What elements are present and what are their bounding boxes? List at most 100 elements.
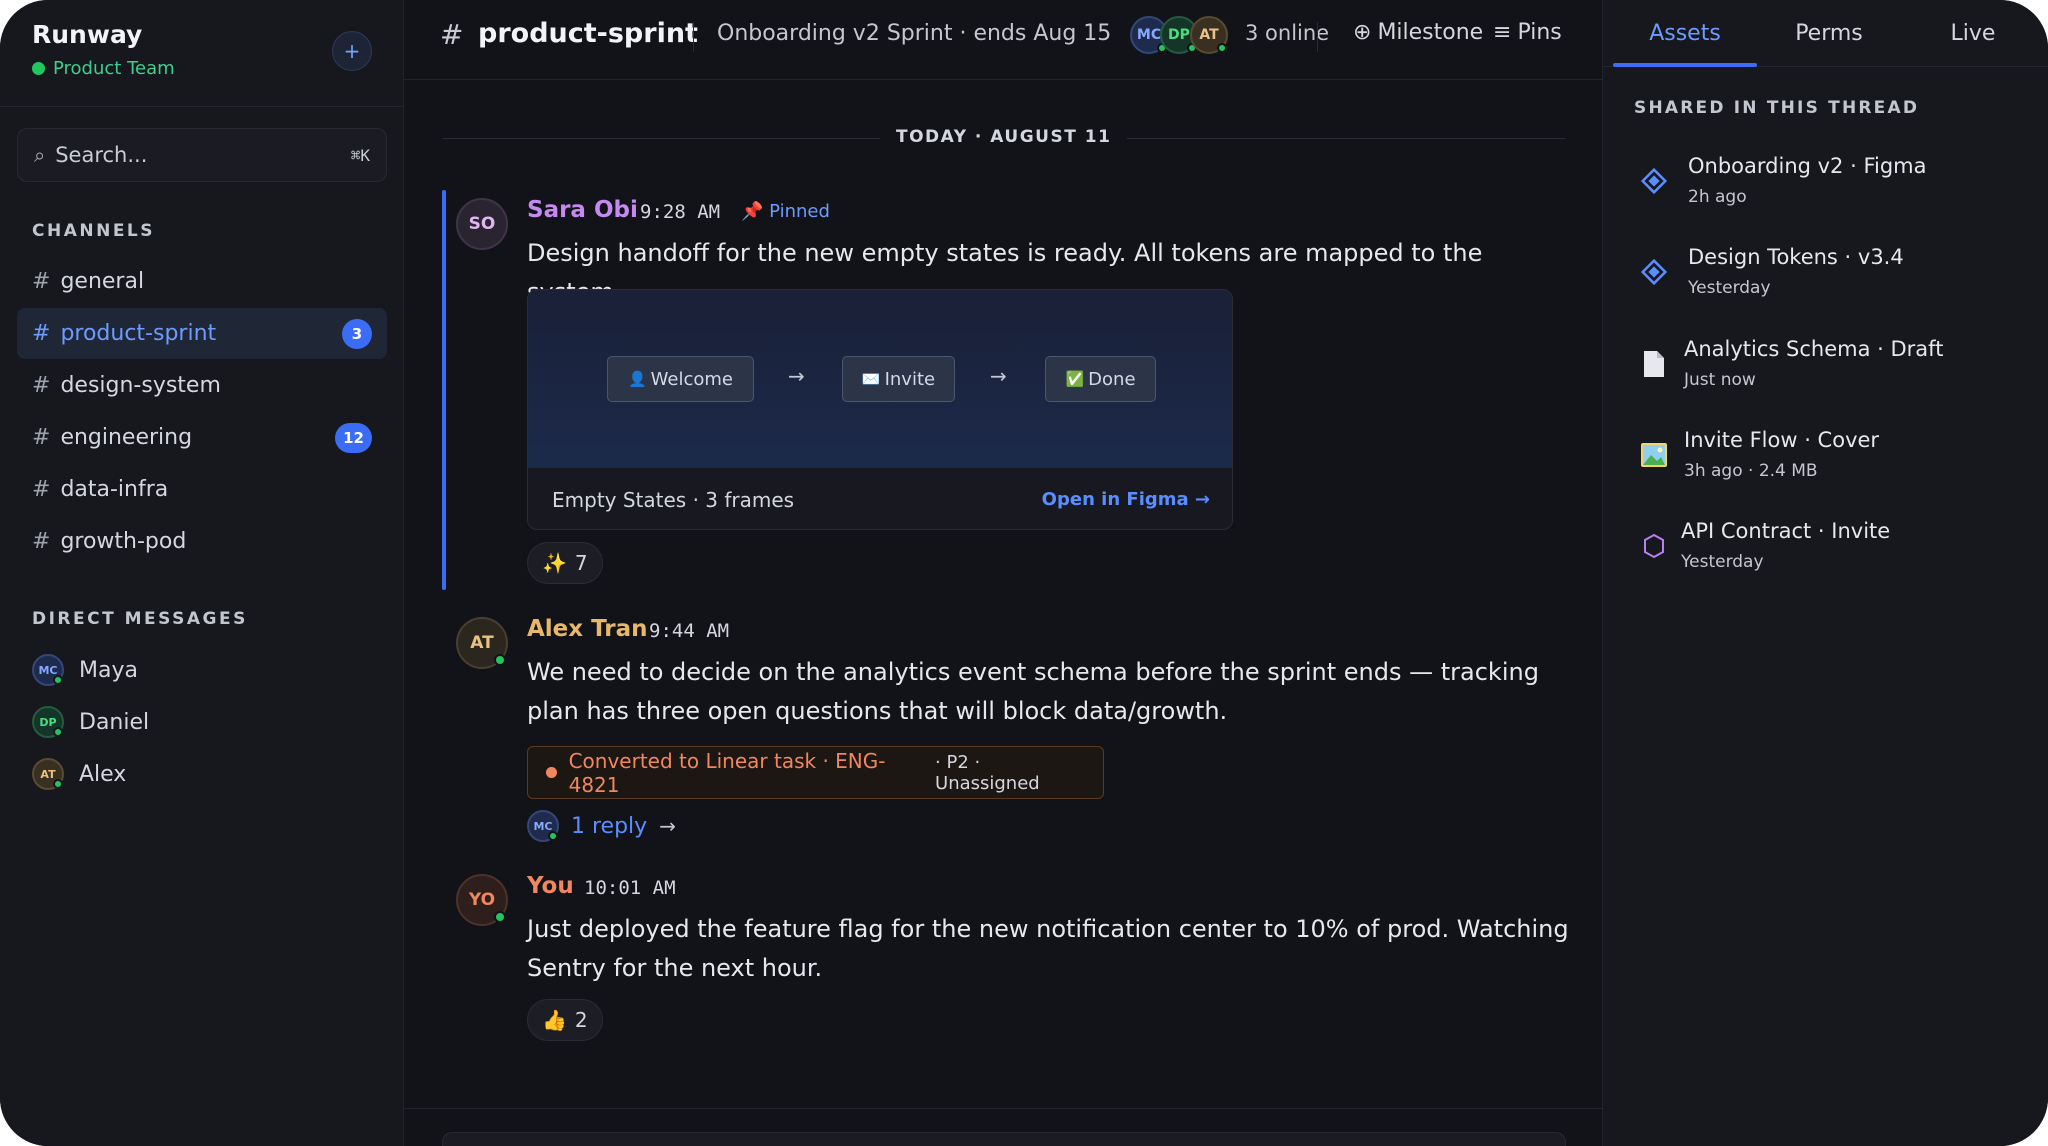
avatar: MC (527, 810, 559, 842)
dm-item-daniel[interactable]: DP Daniel (32, 702, 149, 742)
thread-reply-link[interactable]: MC 1 reply → (527, 810, 676, 842)
online-indicator (53, 675, 63, 685)
status-dot-icon (546, 767, 557, 778)
pins-icon: ≡ (1493, 20, 1512, 45)
channel-item-design-system[interactable]: # design-system (17, 360, 387, 411)
reaction-sparkles[interactable]: ✨ 7 (527, 542, 603, 584)
avatar[interactable]: SO (456, 198, 508, 250)
workspace-team: Product Team (32, 58, 175, 79)
milestone-label: Milestone (1377, 20, 1484, 45)
message-author[interactable]: You (527, 873, 574, 899)
channel-item-product-sprint[interactable]: # product-sprint 3 (17, 308, 387, 359)
dm-label: Alex (79, 761, 127, 787)
dm-item-alex[interactable]: AT Alex (32, 754, 126, 794)
online-indicator (53, 727, 63, 737)
asset-item[interactable]: Analytics Schema · Draft Just now (1639, 335, 2029, 405)
online-indicator (494, 911, 506, 923)
channel-item-engineering[interactable]: # engineering 12 (17, 412, 387, 463)
pinned-indicator (442, 190, 446, 590)
panel-tabs: Assets Perms Live (1603, 0, 2048, 67)
channel-item-data-infra[interactable]: # data-infra (17, 464, 387, 515)
linear-task-chip[interactable]: Converted to Linear task · ENG-4821 · P2… (527, 746, 1104, 799)
frame-done: ✅ Done (1045, 356, 1156, 402)
message-composer[interactable] (442, 1132, 1566, 1146)
arrow-right-icon: → (788, 364, 805, 388)
channel-title[interactable]: product-sprint (478, 18, 698, 49)
channel-main: # product-sprint Onboarding v2 Sprint · … (404, 0, 1602, 1146)
avatar: DP (32, 706, 64, 738)
hexagon-icon (1639, 531, 1669, 561)
divider (1317, 22, 1318, 52)
milestone-icon: ⊕ (1353, 20, 1372, 45)
pinned-tag: 📌 Pinned (741, 201, 830, 222)
figma-attachment-card[interactable]: 👤 Welcome → ✉️ Invite → ✅ Done Empty Sta… (527, 289, 1233, 530)
sidebar: Runway Product Team + ⌕ Search... ⌘K CHA… (0, 0, 404, 1146)
check-icon: ✅ (1065, 370, 1085, 388)
dm-label: Daniel (79, 709, 150, 735)
workspace-name[interactable]: Runway (32, 20, 142, 49)
asset-name: Onboarding v2 · Figma (1688, 154, 1927, 178)
team-label: Product Team (53, 58, 175, 79)
reaction-thumbs-up[interactable]: 👍 2 (527, 999, 603, 1041)
tab-assets[interactable]: Assets (1613, 0, 1757, 67)
channel-header: # product-sprint Onboarding v2 Sprint · … (404, 0, 1602, 80)
asset-meta: Yesterday (1681, 552, 1764, 572)
hash-icon: # (32, 529, 51, 554)
search-input[interactable]: ⌕ Search... ⌘K (17, 128, 387, 182)
open-in-figma-link[interactable]: Open in Figma → (1042, 489, 1210, 510)
day-divider: TODAY · AUGUST 11 (880, 127, 1128, 147)
tab-live[interactable]: Live (1901, 0, 2045, 67)
milestone-button[interactable]: ⊕ Milestone (1353, 20, 1483, 45)
message-author[interactable]: Sara Obi (527, 197, 638, 223)
image-icon (1639, 440, 1669, 470)
asset-item[interactable]: API Contract · Invite Yesterday (1639, 517, 2029, 587)
frame-invite: ✉️ Invite (842, 356, 955, 402)
attachment-preview: 👤 Welcome → ✉️ Invite → ✅ Done (528, 290, 1232, 468)
task-label: Converted to Linear task · ENG-4821 (568, 748, 886, 797)
arrow-right-icon: → (990, 364, 1007, 388)
avatar: AT (32, 758, 64, 790)
search-icon: ⌕ (34, 143, 46, 167)
pins-label: Pins (1517, 20, 1562, 45)
tab-perms[interactable]: Perms (1757, 0, 1901, 67)
online-indicator (494, 654, 506, 666)
online-avatars[interactable]: MC DP AT (1130, 16, 1228, 56)
asset-meta: 3h ago · 2.4 MB (1684, 461, 1818, 481)
attachment-footer: Empty States · 3 frames Open in Figma → (528, 468, 1232, 529)
message-time: 9:28 AM (640, 201, 721, 223)
hash-icon: # (32, 321, 51, 346)
hash-icon: # (440, 18, 464, 51)
user-icon: 👤 (627, 370, 647, 388)
channel-label: design-system (60, 373, 221, 398)
channel-topic: Onboarding v2 Sprint · ends Aug 15 (717, 21, 1112, 46)
avatar[interactable]: YO (456, 874, 508, 926)
workspace-header: Runway Product Team + (0, 0, 404, 107)
dm-item-maya[interactable]: MC Maya (32, 650, 138, 690)
app-window: Runway Product Team + ⌕ Search... ⌘K CHA… (0, 0, 2048, 1146)
add-workspace-button[interactable]: + (332, 31, 372, 71)
thumbs-up-icon: 👍 (542, 1008, 567, 1032)
asset-name: Design Tokens · v3.4 (1688, 245, 1904, 269)
sparkles-icon: ✨ (542, 551, 567, 575)
asset-item[interactable]: Onboarding v2 · Figma 2h ago (1639, 152, 2029, 222)
asset-meta: 2h ago (1688, 187, 1747, 207)
hash-icon: # (32, 477, 51, 502)
channel-item-growth-pod[interactable]: # growth-pod (17, 516, 387, 567)
asset-name: API Contract · Invite (1681, 519, 1891, 543)
message-author[interactable]: Alex Tran (527, 616, 648, 642)
channel-item-general[interactable]: # general (17, 256, 387, 307)
asset-item[interactable]: Invite Flow · Cover 3h ago · 2.4 MB (1639, 426, 2029, 496)
hash-icon: # (32, 425, 51, 450)
channel-label: data-infra (60, 477, 169, 502)
avatar[interactable]: AT (456, 617, 508, 669)
pins-button[interactable]: ≡ Pins (1493, 20, 1562, 45)
task-meta: · P2 · Unassigned (935, 751, 1040, 794)
asset-name: Invite Flow · Cover (1684, 428, 1880, 452)
unread-badge: 12 (335, 423, 372, 453)
asset-meta: Just now (1684, 370, 1756, 390)
status-dot-icon (32, 62, 45, 75)
message-text: Just deployed the feature flag for the n… (527, 915, 1569, 982)
reaction-count: 2 (574, 1008, 588, 1032)
asset-item[interactable]: Design Tokens · v3.4 Yesterday (1639, 243, 2029, 313)
message-time: 9:44 AM (649, 620, 730, 642)
